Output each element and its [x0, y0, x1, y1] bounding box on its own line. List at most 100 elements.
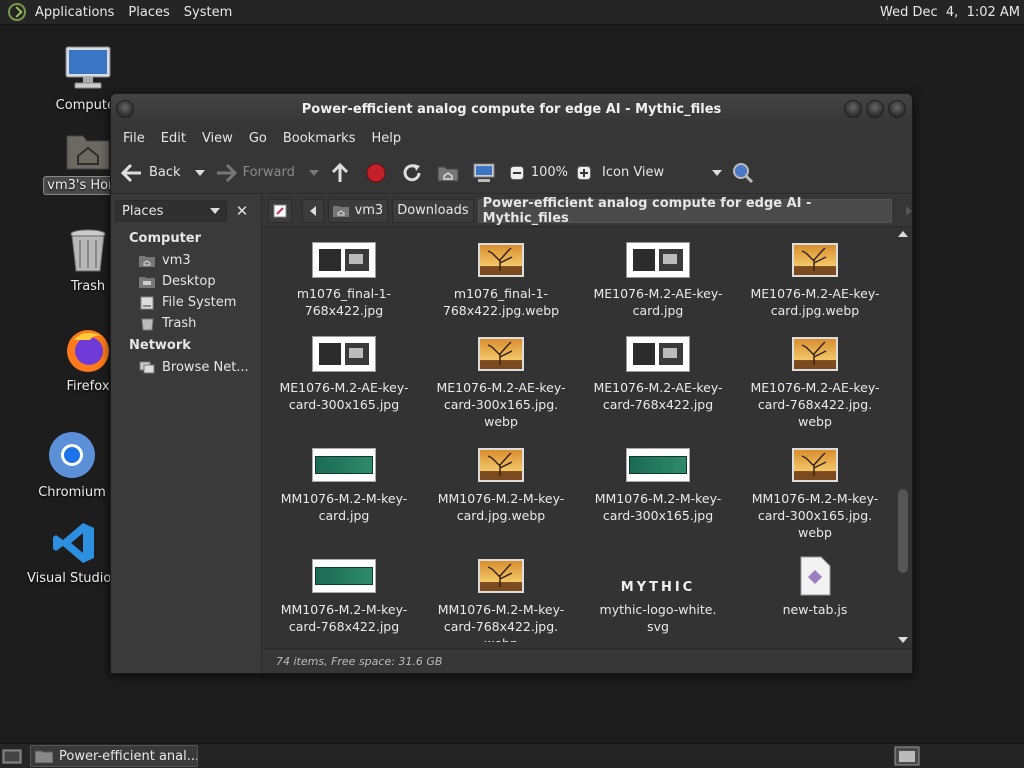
file-item[interactable]: MM1076-M.2-M-key- card-768x422.jpg. webp [426, 556, 576, 642]
file-grid: m1076_final-1- 768x422.jpg m1076_final-1-… [262, 228, 892, 642]
file-item[interactable]: new-tab.js [740, 556, 890, 618]
close-button[interactable] [888, 100, 906, 118]
chromium-icon [49, 432, 95, 478]
sidebar-item-label: File System [162, 295, 237, 310]
reload-button[interactable] [401, 162, 429, 184]
menu-go[interactable]: Go [241, 131, 275, 146]
folder-icon [35, 750, 53, 763]
menu-file[interactable]: File [115, 131, 153, 146]
view-mode-select[interactable]: Icon View [602, 165, 664, 180]
image-thumbnail-icon [269, 445, 419, 485]
taskbar-window-button[interactable]: Power-efficient anal... [30, 745, 198, 767]
file-name: MM1076-M.2-M-key- card-768x422.jpg. webp [437, 602, 565, 642]
menu-edit[interactable]: Edit [153, 131, 194, 146]
file-name: ME1076-M.2-AE-key- card-300x165.jpg. web… [436, 380, 566, 429]
window-titlebar[interactable]: Power-efficient analog compute for edge … [111, 94, 912, 125]
file-item[interactable]: ME1076-M.2-AE-key- card-768x422.jpg [583, 334, 733, 413]
computer-button[interactable] [473, 162, 501, 184]
file-item[interactable]: ME1076-M.2-AE-key- card-300x165.jpg. web… [426, 334, 576, 430]
window-title: Power-efficient analog compute for edge … [301, 102, 722, 117]
scrollbar-thumb[interactable] [898, 489, 908, 573]
path-bar: vm3 Downloads Power-efficient analog com… [262, 195, 912, 227]
view-mode-dropdown[interactable] [712, 169, 723, 176]
up-arrow-icon [329, 162, 351, 184]
stop-button[interactable] [365, 162, 393, 184]
file-item[interactable]: MM1076-M.2-M-key- card.jpg.webp [426, 445, 576, 524]
home-button[interactable] [437, 162, 465, 184]
sidebar: Places ✕ Computer vm3 Desktop File Syste… [111, 195, 262, 673]
file-item[interactable]: ME1076-M.2-AE-key- card.jpg [583, 240, 733, 319]
mate-logo-icon[interactable] [8, 3, 26, 21]
sidebar-item-label: Browse Net... [162, 360, 249, 375]
file-name: MM1076-M.2-M-key- card.jpg.webp [437, 491, 565, 523]
search-button[interactable] [732, 162, 760, 184]
taskbar-window-label: Power-efficient anal... [59, 748, 198, 764]
home-folder-icon [437, 162, 459, 184]
applications-menu[interactable]: Applications [28, 5, 121, 20]
file-item[interactable]: MM1076-M.2-M-key- card.jpg [269, 445, 419, 524]
sidebar-item-trash[interactable]: Trash [111, 313, 261, 334]
image-thumbnail-icon [426, 334, 576, 374]
file-name: MM1076-M.2-M-key- card.jpg [280, 491, 408, 523]
vertical-scrollbar[interactable] [897, 231, 909, 643]
zoom-out-button[interactable]: 100% [509, 165, 568, 181]
sidebar-type-select[interactable]: Places [115, 200, 227, 222]
file-name: MM1076-M.2-M-key- card-300x165.jpg [594, 491, 722, 523]
forward-button[interactable]: Forward [215, 162, 295, 184]
path-segment-downloads[interactable]: Downloads [392, 198, 474, 223]
zoom-in-button[interactable]: Icon View [576, 165, 664, 181]
chevron-left-icon [309, 205, 316, 216]
system-menu[interactable]: System [177, 5, 239, 20]
file-item[interactable]: MM1076-M.2-M-key- card-768x422.jpg [269, 556, 419, 635]
file-name: ME1076-M.2-AE-key- card.jpg.webp [750, 286, 880, 318]
window-menu-button[interactable] [116, 100, 134, 118]
path-segment-current[interactable]: Power-efficient analog compute for edge … [477, 196, 892, 226]
back-button[interactable]: Back [121, 162, 181, 184]
forward-history-dropdown[interactable] [308, 169, 319, 176]
path-scroll-left-button[interactable] [302, 198, 324, 223]
scroll-down-arrow-icon[interactable] [898, 637, 908, 643]
sidebar-item-desktop[interactable]: Desktop [111, 271, 261, 292]
maximize-button[interactable] [866, 100, 884, 118]
file-name: ME1076-M.2-AE-key- card-300x165.jpg [279, 380, 409, 412]
sidebar-item-browse-network[interactable]: Browse Net... [111, 357, 261, 378]
clock[interactable]: Wed Dec 4, 1:02 AM [880, 0, 1020, 25]
file-item[interactable]: m1076_final-1- 768x422.jpg [269, 240, 419, 319]
back-history-dropdown[interactable] [194, 169, 205, 176]
file-item[interactable]: ME1076-M.2-AE-key- card-768x422.jpg. web… [740, 334, 890, 430]
file-item[interactable]: ME1076-M.2-AE-key- card.jpg.webp [740, 240, 890, 319]
file-item[interactable]: MM1076-M.2-M-key- card-300x165.jpg. webp [740, 445, 890, 541]
sidebar-item-file-system[interactable]: File System [111, 292, 261, 313]
file-item[interactable]: m1076_final-1- 768x422.jpg.webp [426, 240, 576, 319]
file-item[interactable]: ME1076-M.2-AE-key- card-300x165.jpg [269, 334, 419, 413]
chevron-right-icon[interactable] [906, 205, 912, 216]
menu-help[interactable]: Help [363, 131, 409, 146]
toggle-location-entry-button[interactable] [268, 198, 292, 223]
desktop-icon-label: Trash [70, 279, 106, 294]
desktop-icon-chromium[interactable]: Chromium [22, 430, 122, 501]
file-item[interactable]: MYTHIC mythic-logo-white. svg [583, 556, 733, 635]
places-header: Places ✕ [111, 195, 261, 227]
forward-arrow-icon [215, 162, 237, 184]
sidebar-item-label: Trash [162, 316, 197, 331]
back-arrow-icon [121, 162, 143, 184]
image-thumbnail-icon [426, 445, 576, 485]
file-item[interactable]: MM1076-M.2-M-key- card-300x165.jpg [583, 445, 733, 524]
close-sidebar-button[interactable]: ✕ [231, 200, 253, 222]
menu-view[interactable]: View [194, 131, 241, 146]
desktop-icon-vscode[interactable]: Visual Studio Code [24, 520, 149, 587]
menu-bookmarks[interactable]: Bookmarks [275, 131, 364, 146]
scroll-up-arrow-icon[interactable] [898, 231, 908, 237]
sidebar-item-vm3[interactable]: vm3 [111, 250, 261, 271]
workspace-switcher-icon[interactable] [894, 746, 920, 766]
path-segment-vm3[interactable]: vm3 [327, 198, 389, 223]
minimize-button[interactable] [844, 100, 862, 118]
places-menu[interactable]: Places [121, 5, 176, 20]
show-desktop-icon[interactable] [2, 747, 22, 765]
up-button[interactable] [329, 162, 357, 184]
file-name: ME1076-M.2-AE-key- card-768x422.jpg. web… [750, 380, 880, 429]
edit-location-icon [273, 204, 287, 217]
sidebar-type-label: Places [122, 203, 164, 219]
zoom-out-icon [509, 165, 525, 181]
image-thumbnail-icon [426, 556, 576, 596]
